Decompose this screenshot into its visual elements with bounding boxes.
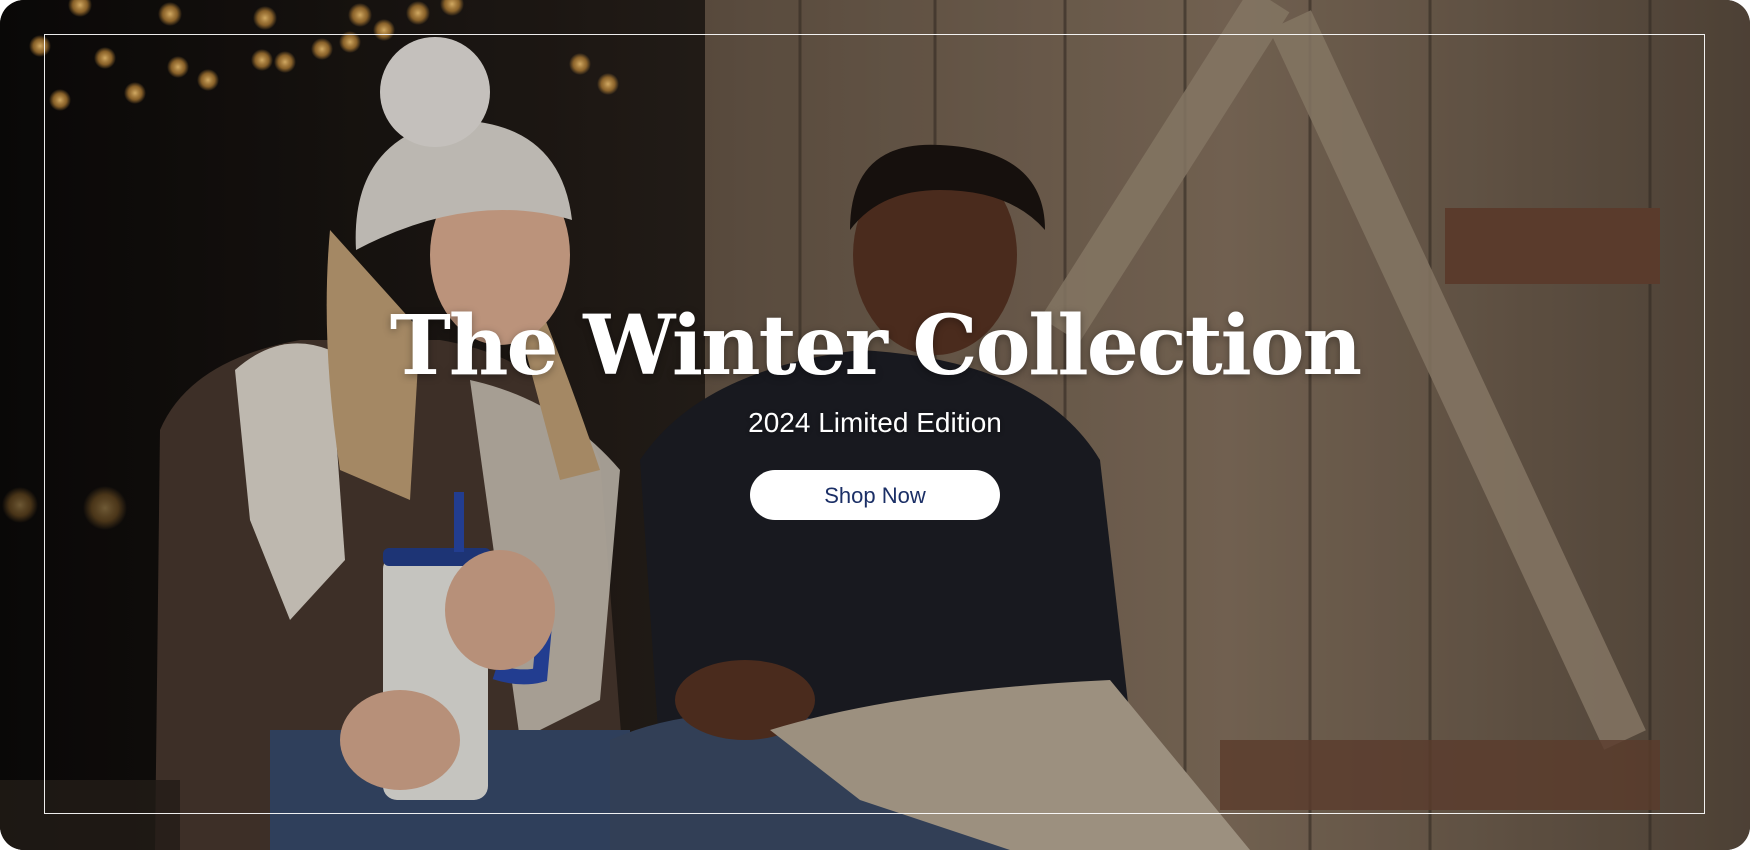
shop-now-button[interactable]: Shop Now: [750, 470, 1000, 520]
winter-collection-hero-banner: The Winter Collection 2024 Limited Editi…: [0, 0, 1750, 850]
hero-text-content: The Winter Collection 2024 Limited Editi…: [0, 305, 1750, 520]
hero-subtitle: 2024 Limited Edition: [748, 407, 1002, 438]
hero-title: The Winter Collection: [389, 298, 1362, 394]
